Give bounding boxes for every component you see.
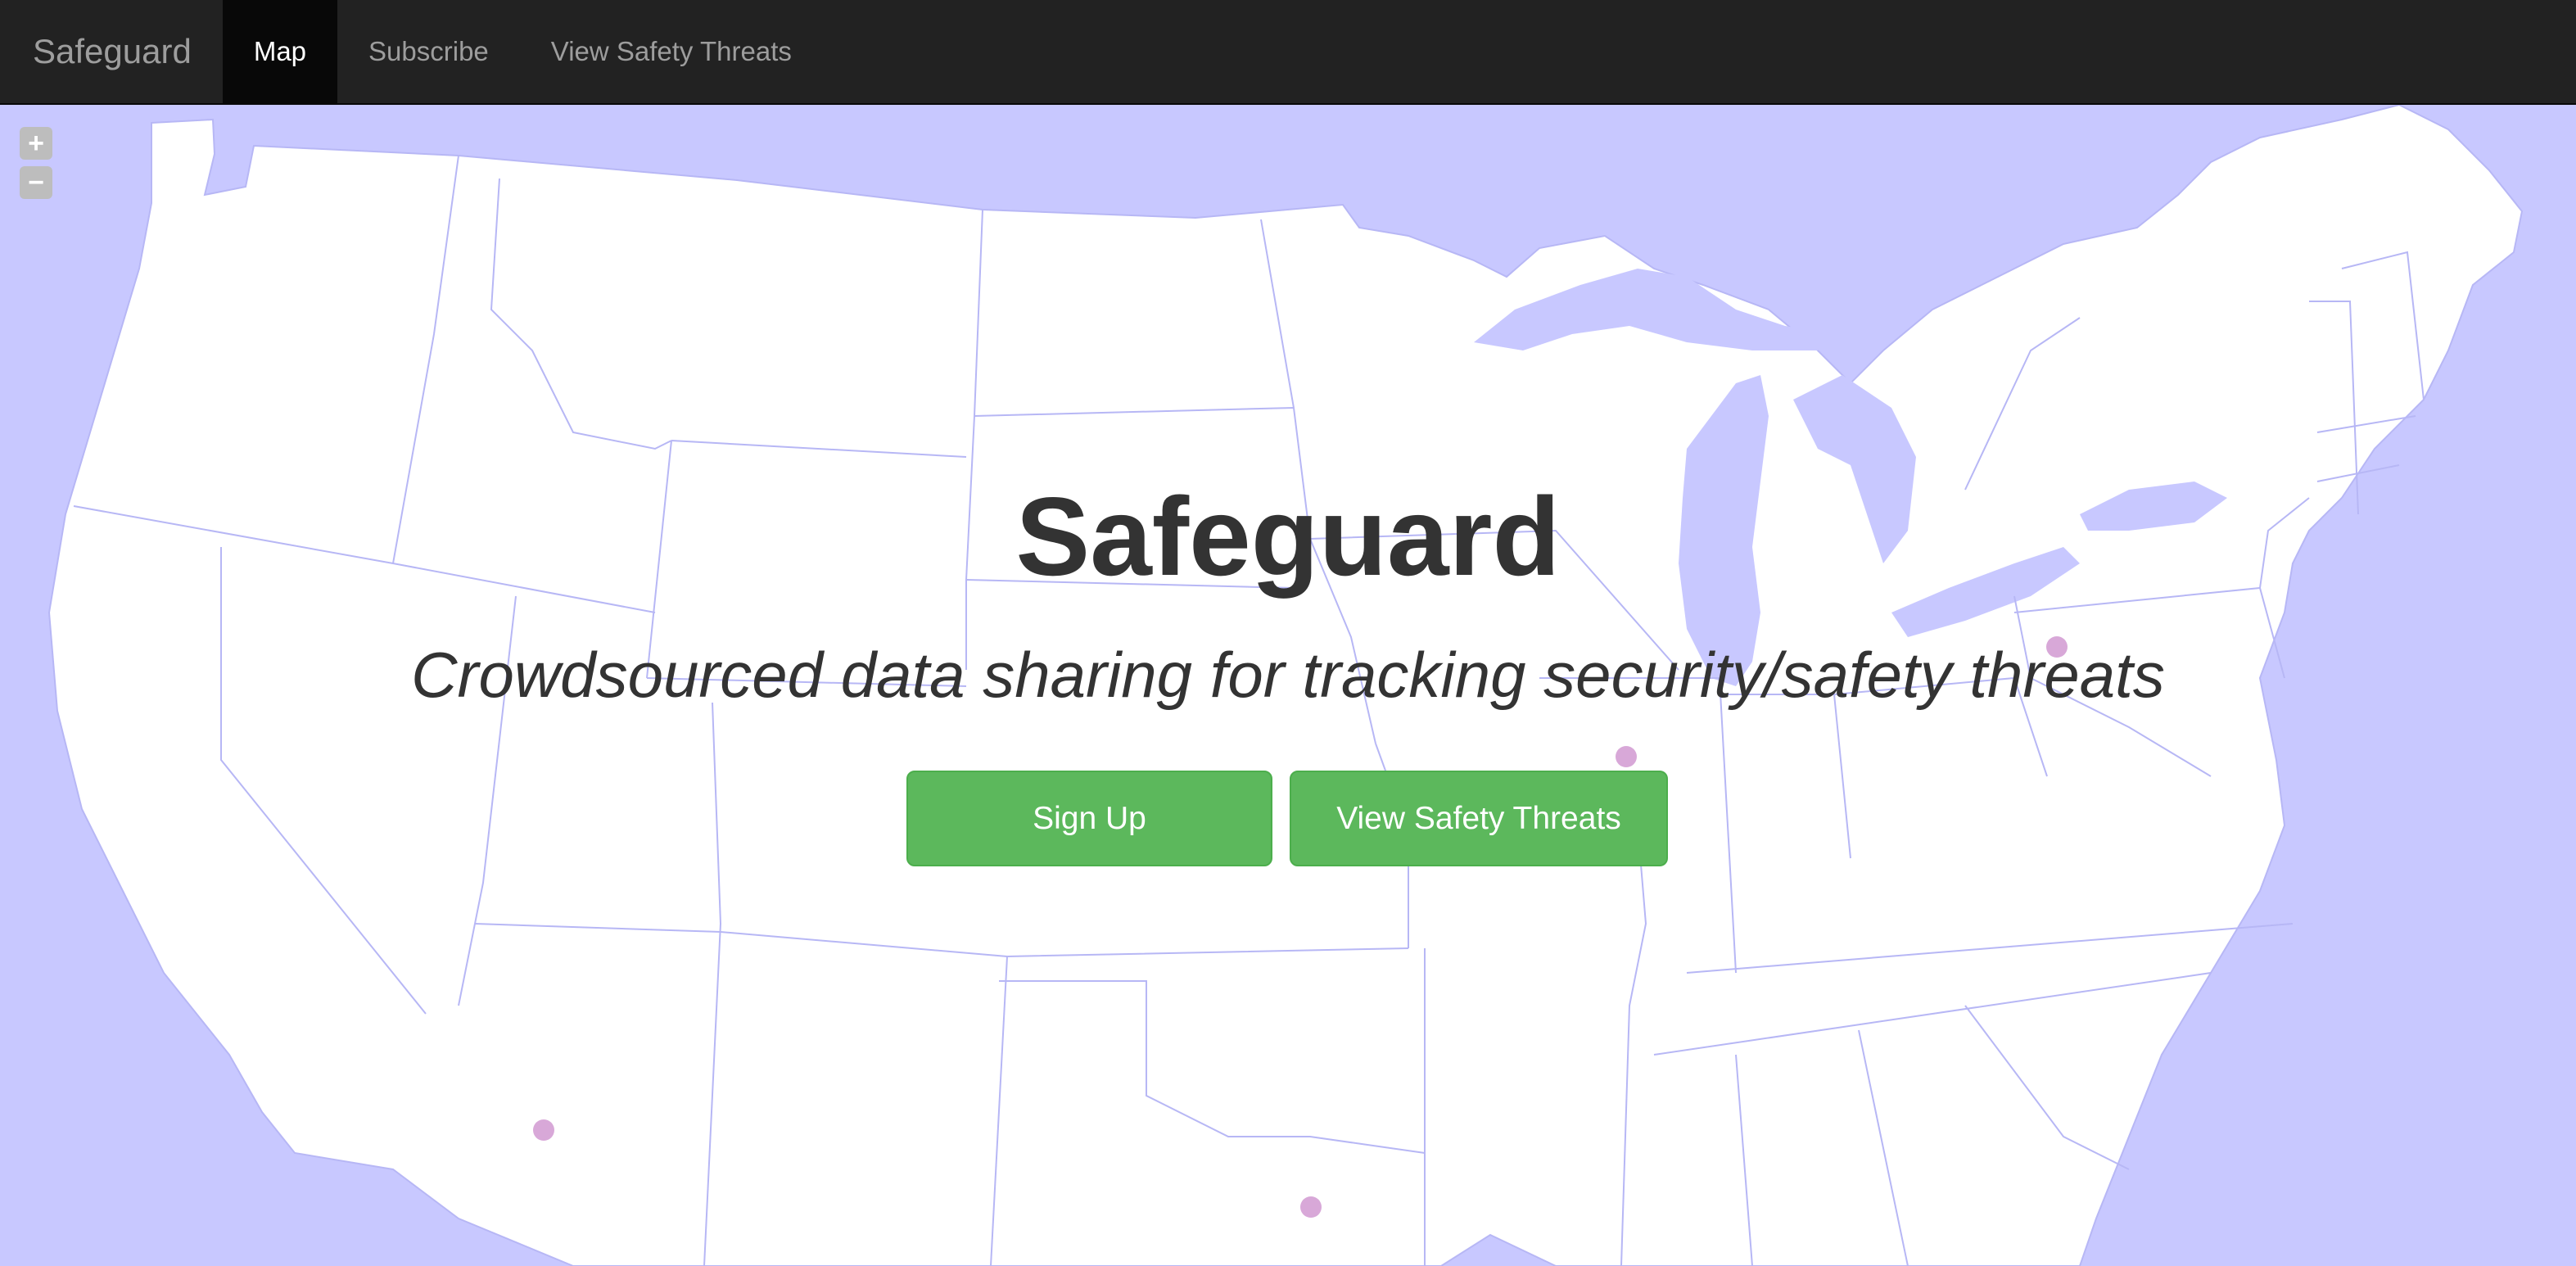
hero-title: Safeguard bbox=[1015, 474, 1561, 599]
threat-marker[interactable] bbox=[533, 1119, 554, 1141]
hero-subtitle: Crowdsourced data sharing for tracking s… bbox=[411, 639, 2165, 711]
nav-item-view-safety-threats[interactable]: View Safety Threats bbox=[520, 0, 823, 103]
brand-link[interactable]: Safeguard bbox=[0, 0, 223, 103]
zoom-in-button[interactable]: + bbox=[20, 127, 52, 160]
nav-item-subscribe[interactable]: Subscribe bbox=[337, 0, 520, 103]
nav-item-map[interactable]: Map bbox=[222, 0, 338, 103]
sign-up-button[interactable]: Sign Up bbox=[906, 771, 1272, 866]
threat-marker[interactable] bbox=[1300, 1196, 1322, 1218]
threat-marker[interactable] bbox=[1616, 746, 1637, 767]
view-safety-threats-button[interactable]: View Safety Threats bbox=[1290, 771, 1668, 866]
navbar: Safeguard Map Subscribe View Safety Thre… bbox=[0, 0, 2576, 105]
zoom-out-button[interactable]: − bbox=[20, 166, 52, 199]
